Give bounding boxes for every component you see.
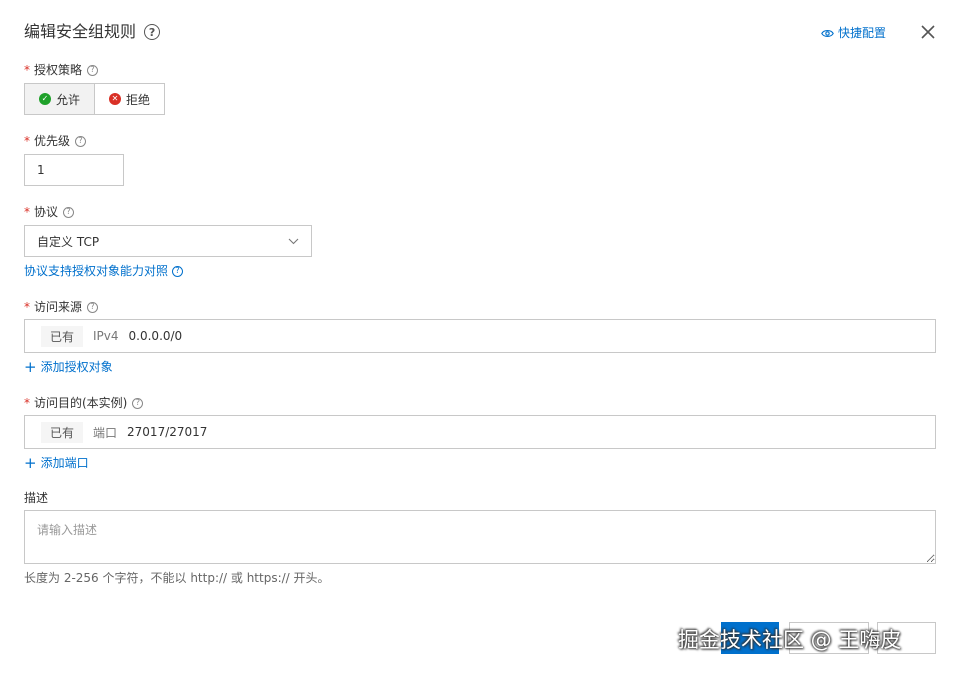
destination-tag-input[interactable]: 已有 端口 27017/27017 xyxy=(24,415,936,449)
add-source-button[interactable]: + 添加授权对象 xyxy=(24,359,113,375)
close-icon[interactable] xyxy=(918,22,938,42)
description-hint: 长度为 2-256 个字符，不能以 http:// 或 https:// 开头。 xyxy=(24,571,330,585)
policy-deny-button[interactable]: ✕ 拒绝 xyxy=(95,84,165,114)
priority-label-text: 优先级 xyxy=(34,134,71,148)
policy-allow-button[interactable]: ✓ 允许 xyxy=(25,84,96,114)
add-port-label: 添加端口 xyxy=(40,456,89,470)
description-label: 描述 xyxy=(24,490,48,506)
required-mark: * xyxy=(24,205,30,219)
priority-label: * 优先级 ? xyxy=(24,133,87,149)
source-type: IPv4 xyxy=(93,329,119,343)
eye-icon xyxy=(821,29,834,37)
protocol-compare-text: 协议支持授权对象能力对照 xyxy=(24,264,169,278)
source-label: * 访问来源 ? xyxy=(24,299,99,315)
priority-input[interactable]: 1 xyxy=(24,154,124,186)
source-label-text: 访问来源 xyxy=(34,300,83,314)
help-icon: ? xyxy=(172,265,184,277)
protocol-label-text: 协议 xyxy=(34,205,59,219)
dialog-title: 编辑安全组规则 ? xyxy=(24,21,161,43)
required-mark: * xyxy=(24,134,30,148)
policy-label: * 授权策略 ? xyxy=(24,62,99,78)
protocol-compare-link[interactable]: 协议支持授权对象能力对照 ? xyxy=(24,263,184,279)
add-source-label: 添加授权对象 xyxy=(40,360,113,374)
policy-label-text: 授权策略 xyxy=(34,63,83,77)
dialog-title-text: 编辑安全组规则 xyxy=(24,22,137,41)
watermark-text: 掘金技术社区 @ 王嗨皮 xyxy=(678,628,902,652)
plus-icon: + xyxy=(24,357,37,376)
help-icon[interactable]: ? xyxy=(144,24,161,40)
help-icon[interactable]: ? xyxy=(75,135,87,147)
description-textarea[interactable] xyxy=(24,510,936,564)
policy-segmented-control: ✓ 允许 ✕ 拒绝 xyxy=(24,83,166,115)
protocol-selected-value: 自定义 TCP xyxy=(37,234,100,249)
destination-type: 端口 xyxy=(93,425,118,440)
destination-label-text: 访问目的(本实例) xyxy=(34,396,128,410)
policy-deny-label: 拒绝 xyxy=(126,92,151,107)
quick-config-label: 快捷配置 xyxy=(838,26,887,40)
help-icon[interactable]: ? xyxy=(87,64,99,76)
required-mark: * xyxy=(24,300,30,314)
chevron-down-icon xyxy=(288,238,299,244)
policy-allow-label: 允许 xyxy=(56,92,81,107)
destination-label: * 访问目的(本实例) ? xyxy=(24,395,144,411)
source-value: 0.0.0.0/0 xyxy=(128,329,183,343)
help-icon[interactable]: ? xyxy=(132,397,144,409)
destination-value: 27017/27017 xyxy=(127,425,208,439)
source-tag-input[interactable]: 已有 IPv4 0.0.0.0/0 xyxy=(24,319,936,353)
description-label-text: 描述 xyxy=(24,491,49,505)
help-icon[interactable]: ? xyxy=(87,301,99,313)
required-mark: * xyxy=(24,396,30,410)
protocol-label: * 协议 ? xyxy=(24,204,75,220)
protocol-select[interactable]: 自定义 TCP xyxy=(24,225,312,257)
required-mark: * xyxy=(24,63,30,77)
check-circle-icon: ✓ xyxy=(39,93,51,105)
quick-config-link[interactable]: 快捷配置 xyxy=(821,25,886,41)
help-icon[interactable]: ? xyxy=(63,206,75,218)
close-circle-icon: ✕ xyxy=(109,93,122,105)
existing-tag: 已有 xyxy=(41,325,84,347)
plus-icon: + xyxy=(24,453,37,472)
add-port-button[interactable]: + 添加端口 xyxy=(24,455,89,471)
priority-value: 1 xyxy=(37,163,45,177)
existing-tag: 已有 xyxy=(41,421,84,443)
